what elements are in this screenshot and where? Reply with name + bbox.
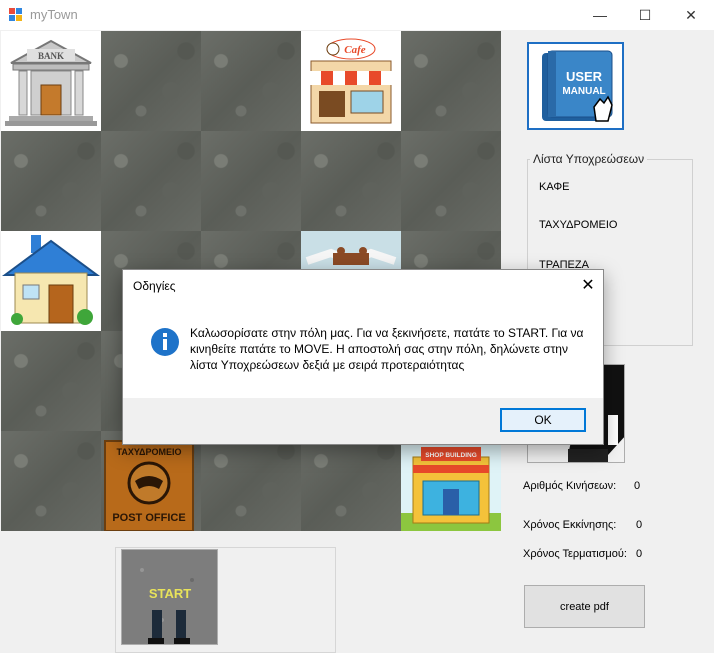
moves-label: Αριθμός Κινήσεων: bbox=[523, 480, 617, 492]
user-manual-button[interactable]: USER MANUAL bbox=[527, 42, 624, 130]
shop-building-tile: SHOP BUILDING bbox=[401, 431, 501, 531]
stone-tile bbox=[201, 431, 301, 531]
stone-tile bbox=[401, 31, 501, 131]
instructions-dialog: Οδηγίες ✕ Καλωσορίσατε στην πόλη μας. Γι… bbox=[122, 269, 604, 445]
bank-icon: BANK bbox=[5, 39, 97, 126]
post-office-tile: ΤΑΧΥΔΡΟΜΕΙΟ POST OFFICE bbox=[101, 431, 201, 531]
dialog-message: Καλωσορίσατε στην πόλη μας. Για να ξεκιν… bbox=[190, 326, 584, 372]
stone-tile bbox=[301, 131, 401, 231]
create-pdf-button[interactable]: create pdf bbox=[524, 585, 645, 628]
window-title: myTown bbox=[30, 7, 78, 22]
stone-tile bbox=[101, 131, 201, 231]
end-time-label: Χρόνος Τερματισμού: bbox=[523, 548, 627, 560]
ok-button[interactable]: OK bbox=[500, 408, 586, 432]
end-time-value: 0 bbox=[636, 548, 643, 560]
duty-item-cafe[interactable]: ΚΑΦΕ bbox=[539, 181, 569, 193]
maximize-button[interactable]: ☐ bbox=[622, 0, 668, 30]
title-bar: myTown — ☐ ✕ bbox=[0, 0, 714, 30]
shop-building-sign: SHOP BUILDING bbox=[425, 452, 477, 459]
app-icon bbox=[9, 8, 22, 21]
stone-tile bbox=[201, 131, 301, 231]
duty-item-post-office[interactable]: ΤΑΧΥΔΡΟΜΕΙΟ bbox=[539, 219, 617, 231]
dialog-title: Οδηγίες bbox=[133, 279, 176, 293]
duties-title: Λίστα Υποχρεώσεων bbox=[530, 152, 648, 166]
house-icon bbox=[1, 235, 101, 325]
shop-building-icon: SHOP BUILDING bbox=[401, 431, 501, 531]
info-icon bbox=[151, 328, 179, 356]
cafe-sign: Cafe bbox=[344, 44, 366, 56]
stone-tile bbox=[401, 131, 501, 231]
stone-tile bbox=[301, 431, 401, 531]
post-office-sign-english: POST OFFICE bbox=[112, 512, 185, 524]
bank-sign: BANK bbox=[38, 51, 64, 61]
user-manual-line2: MANUAL bbox=[562, 86, 605, 97]
start-button[interactable]: START bbox=[121, 549, 218, 645]
moves-value: 0 bbox=[634, 480, 641, 492]
stone-tile bbox=[101, 31, 201, 131]
post-office-sign-greek: ΤΑΧΥΔΡΟΜΕΙΟ bbox=[117, 447, 182, 457]
start-image: START bbox=[122, 550, 217, 644]
dialog-close-button[interactable]: ✕ bbox=[577, 274, 599, 296]
post-office-icon: ΤΑΧΥΔΡΟΜΕΙΟ POST OFFICE bbox=[104, 440, 194, 531]
dialog-footer: OK bbox=[123, 398, 603, 444]
minimize-button[interactable]: — bbox=[577, 0, 623, 30]
bank-tile: BANK bbox=[1, 31, 101, 131]
user-manual-icon: USER MANUAL bbox=[541, 50, 613, 122]
user-manual-line1: USER bbox=[565, 69, 602, 84]
cafe-icon: Cafe bbox=[309, 38, 393, 124]
close-button[interactable]: ✕ bbox=[668, 0, 714, 30]
start-time-label: Χρόνος Εκκίνησης: bbox=[523, 519, 617, 531]
stone-tile bbox=[1, 131, 101, 231]
house-tile bbox=[1, 231, 101, 331]
start-time-value: 0 bbox=[636, 519, 643, 531]
stone-tile bbox=[201, 31, 301, 131]
stone-tile bbox=[1, 431, 101, 531]
start-label: START bbox=[149, 586, 191, 601]
app-window: myTown — ☐ ✕ BANK Cafe ΤΑΧΥΔΡΟΜΕΙΟ POST … bbox=[0, 0, 714, 653]
cafe-tile: Cafe bbox=[301, 31, 401, 131]
stone-tile bbox=[1, 331, 101, 431]
